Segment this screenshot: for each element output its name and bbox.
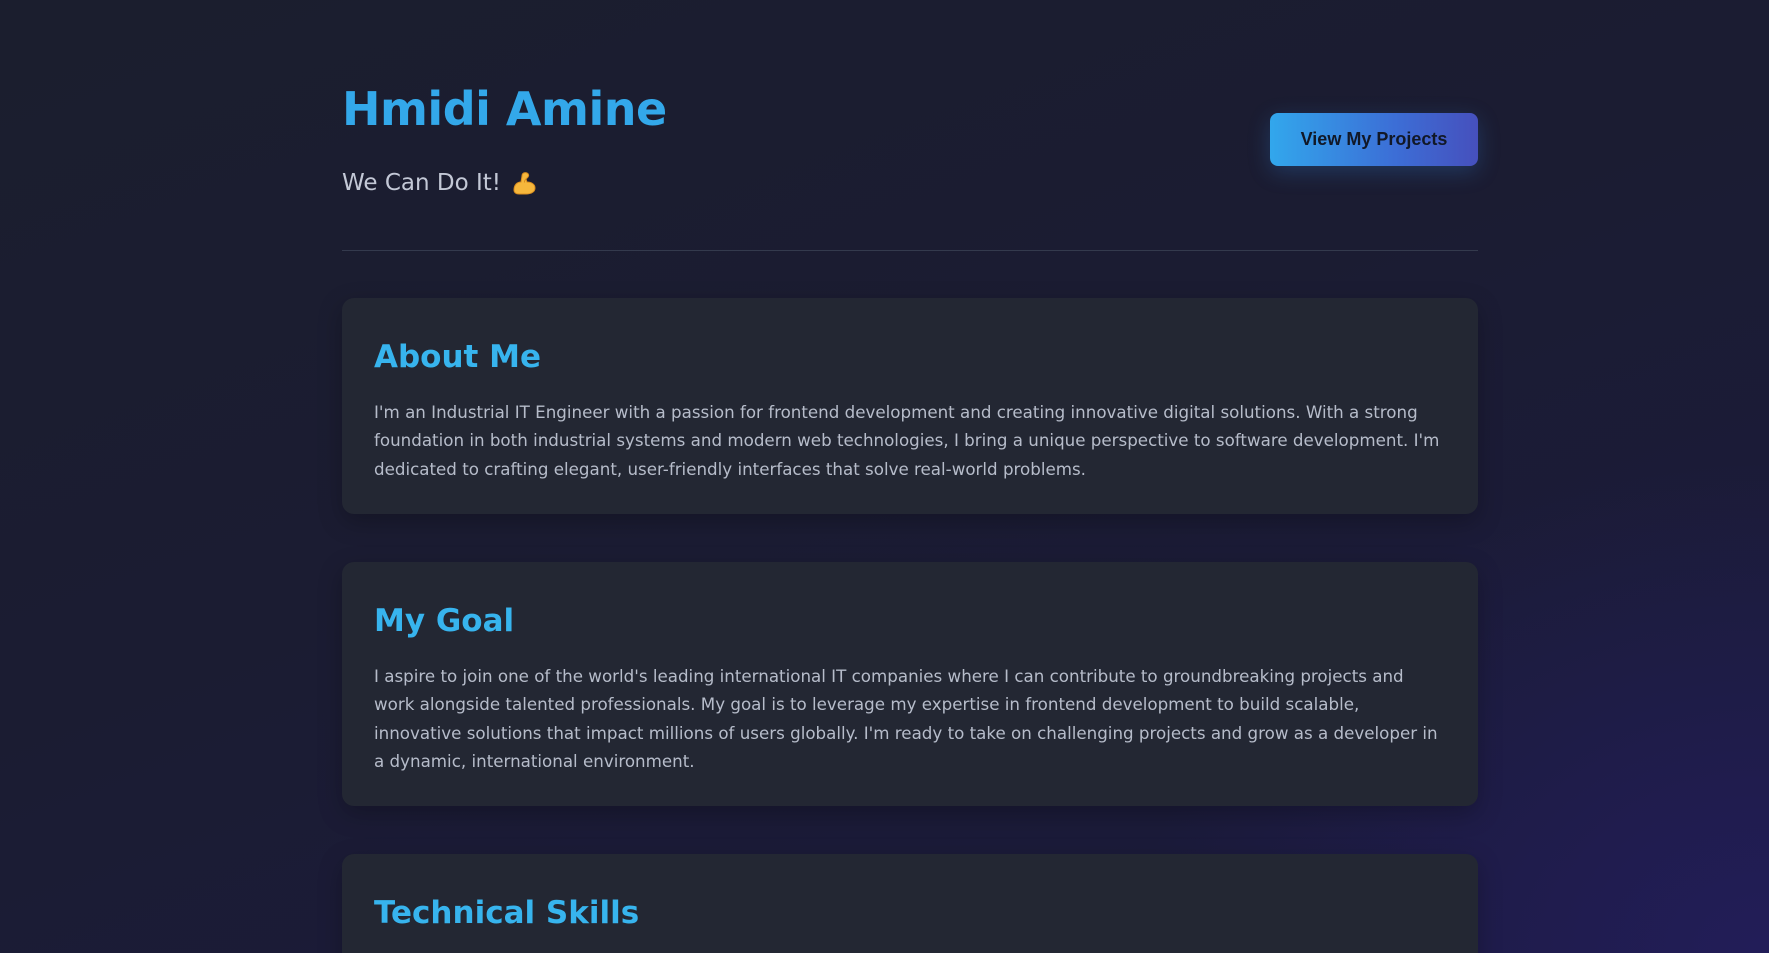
flexed-biceps-icon: [513, 172, 536, 195]
goal-text: I aspire to join one of the world's lead…: [374, 666, 1438, 771]
goal-section: My Goal I aspire to join one of the worl…: [342, 562, 1478, 806]
about-text: I'm an Industrial IT Engineer with a pas…: [374, 402, 1440, 479]
about-section: About Me I'm an Industrial IT Engineer w…: [342, 298, 1478, 514]
main-container: Hmidi Amine We Can Do It! View My Projec…: [342, 0, 1478, 953]
goal-title: My Goal: [374, 603, 515, 639]
page-title: Hmidi Amine: [342, 82, 667, 136]
tagline-text: We Can Do It!: [342, 169, 502, 196]
view-projects-button[interactable]: View My Projects: [1270, 113, 1478, 166]
about-title: About Me: [374, 339, 542, 375]
skills-title: Technical Skills: [374, 895, 640, 931]
skills-section: Technical Skills: [342, 854, 1478, 953]
page-header: Hmidi Amine We Can Do It! View My Projec…: [342, 0, 1478, 251]
tagline: We Can Do It!: [342, 170, 537, 196]
page-viewport: Hmidi Amine We Can Do It! View My Projec…: [0, 0, 1769, 953]
